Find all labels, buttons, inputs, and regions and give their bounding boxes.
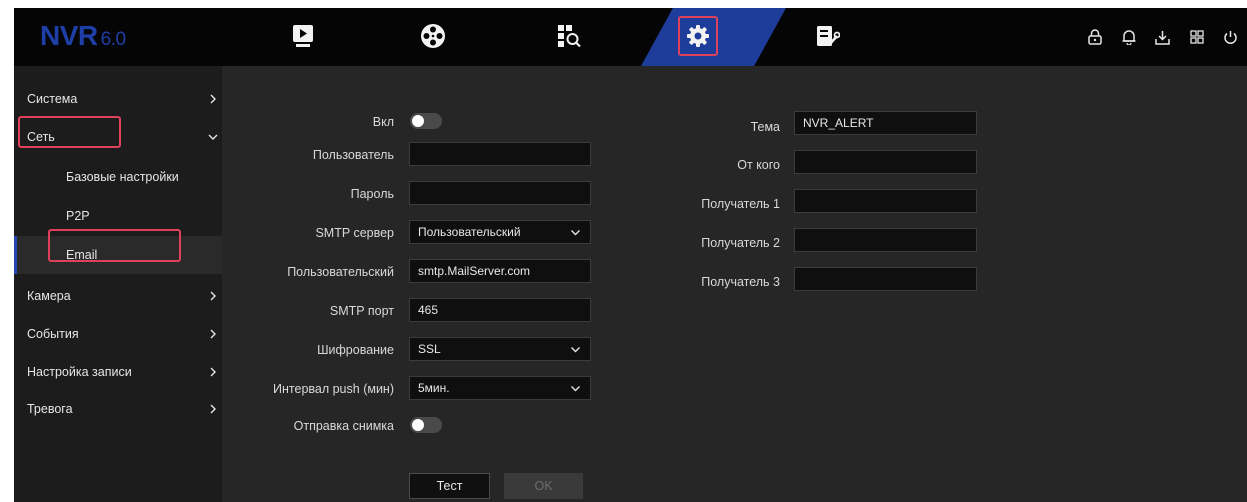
lock-icon (1088, 29, 1102, 45)
lock-button[interactable] (1086, 28, 1104, 46)
download-icon (1154, 30, 1170, 45)
custom-server-label: Пользовательский (287, 265, 394, 279)
smtp-server-value: Пользовательский (418, 225, 521, 239)
toggle-knob (412, 115, 424, 127)
chevron-right-icon (210, 94, 216, 104)
smtp-server-label: SMTP сервер (315, 226, 394, 240)
push-interval-label: Интервал push (мин) (273, 382, 394, 396)
network-highlight-box (18, 116, 121, 148)
from-input[interactable] (794, 150, 977, 174)
sidebar-item-alarm[interactable]: Тревога (14, 390, 222, 428)
play-icon (293, 25, 313, 47)
app-logo: NVR 6.0 (40, 20, 126, 51)
search-grid-icon (558, 25, 581, 48)
send-snapshot-toggle[interactable] (410, 417, 442, 433)
encryption-value: SSL (418, 342, 441, 356)
sidebar-subitem-basic-settings[interactable]: Базовые настройки (14, 158, 222, 196)
password-input[interactable] (409, 181, 591, 205)
send-snapshot-label: Отправка снимка (293, 419, 394, 433)
email-highlight-box (48, 229, 181, 262)
power-icon (1223, 30, 1237, 44)
sidebar-item-events[interactable]: События (14, 315, 222, 353)
nav-search-tab[interactable] (549, 16, 589, 56)
nav-maintenance-tab[interactable] (808, 16, 848, 56)
smtp-server-select[interactable]: Пользовательский (409, 220, 591, 244)
smtp-port-input[interactable]: 465 (409, 298, 591, 322)
subject-label: Тема (750, 120, 780, 134)
smtp-port-label: SMTP порт (329, 304, 394, 318)
chevron-right-icon (210, 329, 216, 339)
layout-button[interactable] (1188, 28, 1206, 46)
encryption-select[interactable]: SSL (409, 337, 591, 361)
user-label: Пользователь (312, 148, 394, 162)
sidebar-item-label: События (27, 327, 79, 341)
maintenance-icon (817, 26, 840, 46)
chevron-right-icon (210, 291, 216, 301)
toggle-knob (412, 419, 424, 431)
film-reel-icon (421, 24, 445, 48)
recipient1-label: Получатель 1 (701, 197, 780, 211)
selected-indicator (14, 236, 17, 274)
chevron-down-icon (571, 347, 580, 353)
nav-ptz-tab[interactable] (413, 16, 453, 56)
enable-label: Вкл (372, 115, 394, 129)
subject-input[interactable]: NVR_ALERT (794, 111, 977, 135)
from-label: От кого (737, 158, 780, 172)
sidebar-item-label: Настройка записи (27, 365, 132, 379)
encryption-label: Шифрование (317, 343, 394, 357)
password-label: Пароль (350, 187, 394, 201)
notifications-button[interactable] (1120, 28, 1138, 46)
top-bar: NVR 6.0 (14, 8, 1247, 66)
sidebar-item-system[interactable]: Система (14, 80, 222, 118)
sidebar-item-label: Тревога (27, 402, 73, 416)
sidebar-subitem-label: P2P (66, 209, 90, 223)
push-interval-value: 5мин. (418, 381, 450, 395)
ok-button[interactable]: OK (504, 473, 583, 499)
sidebar-item-camera[interactable]: Камера (14, 277, 222, 315)
enable-toggle[interactable] (410, 113, 442, 129)
chevron-down-icon (571, 386, 580, 392)
sidebar-subitem-label: Базовые настройки (66, 170, 179, 184)
bell-icon (1122, 30, 1136, 45)
nvr-window: NVR 6.0 Система Сеть Базовые настройки P… (14, 8, 1247, 502)
push-interval-select[interactable]: 5мин. (409, 376, 591, 400)
power-button[interactable] (1221, 28, 1239, 46)
recipient3-input[interactable] (794, 267, 977, 291)
test-button[interactable]: Тест (409, 473, 490, 499)
gear-icon (687, 25, 709, 47)
chevron-down-icon (208, 134, 218, 140)
sidebar-item-recording-settings[interactable]: Настройка записи (14, 353, 222, 391)
chevron-right-icon (210, 367, 216, 377)
custom-server-input[interactable]: smtp.MailServer.com (409, 259, 591, 283)
nav-playback-tab[interactable] (283, 16, 323, 56)
recipient1-input[interactable] (794, 189, 977, 213)
sidebar-item-label: Камера (27, 289, 71, 303)
grid-icon (1190, 30, 1204, 44)
chevron-right-icon (210, 404, 216, 414)
sidebar: Система Сеть Базовые настройки P2P Email… (14, 66, 222, 502)
download-button[interactable] (1153, 28, 1171, 46)
recipient2-label: Получатель 2 (701, 236, 780, 250)
sidebar-item-label: Система (27, 92, 78, 106)
recipient2-input[interactable] (794, 228, 977, 252)
nav-settings-tab[interactable] (678, 16, 718, 56)
user-input[interactable] (409, 142, 591, 166)
recipient3-label: Получатель 3 (701, 275, 780, 289)
